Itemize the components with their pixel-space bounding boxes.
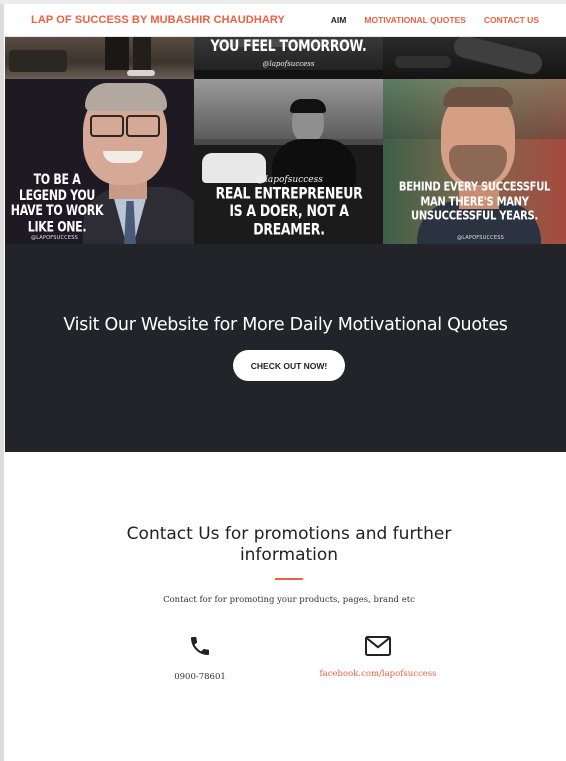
sky-water: [194, 79, 383, 139]
portfolio-tile-tom-hardy[interactable]: BEHIND EVERY SUCCESSFUL MAN THERE'S MANY…: [383, 79, 566, 244]
figure-hair: [443, 87, 513, 107]
portfolio-tile-bill-gates[interactable]: TO BE A LEGEND YOU HAVE TO WORK LIKE ONE…: [5, 79, 194, 244]
window-left-border: [0, 0, 4, 761]
portfolio-tile-dark-athlete[interactable]: [383, 36, 566, 79]
facebook-link[interactable]: facebook.com/lapofsuccess: [320, 669, 437, 679]
cta-section: Visit Our Website for More Daily Motivat…: [5, 244, 566, 452]
portfolio-tile-real-entrepreneur[interactable]: @lapofsuccess REAL ENTREPRENEUR IS A DOE…: [194, 79, 383, 244]
check-out-now-button[interactable]: CHECK OUT NOW!: [233, 350, 345, 381]
tile-caption: BEHIND EVERY SUCCESSFUL MAN THERE'S MANY…: [398, 180, 551, 224]
contact-heading: Contact Us for promotions and further in…: [126, 524, 452, 565]
phone-icon: [188, 634, 212, 663]
portfolio-tile-gym[interactable]: [5, 36, 194, 79]
nav-links: AIM MOTIVATIONAL QUOTES CONTACT US: [313, 15, 539, 25]
glasses: [90, 115, 124, 137]
tile-handle: @LAPOFSUCCESS: [31, 235, 78, 241]
glasses: [126, 115, 160, 137]
heading-divider: [275, 578, 303, 580]
tile-caption: REAL ENTREPRENEUR IS A DOER, NOT A DREAM…: [215, 183, 363, 239]
floor-shadow: [194, 70, 383, 79]
navbar: LAP OF SUCCESS BY MUBASHIR CHAUDHARY AIM…: [5, 4, 566, 37]
athlete-band: [395, 56, 451, 68]
tile-handle: @LAPOFSUCCESS: [457, 235, 504, 241]
figure-hair: [85, 83, 167, 111]
tile-caption: YOU FEEL TOMORROW.: [210, 36, 367, 55]
brand-link[interactable]: LAP OF SUCCESS BY MUBASHIR CHAUDHARY: [31, 14, 285, 26]
nav-link-motivational-quotes[interactable]: MOTIVATIONAL QUOTES: [364, 15, 466, 25]
contact-phone: 0900-78601: [150, 634, 250, 682]
contact-email: facebook.com/lapofsuccess: [308, 634, 448, 681]
tile-caption: TO BE A LEGEND YOU HAVE TO WORK LIKE ONE…: [10, 171, 104, 236]
figure-hair: [290, 99, 326, 113]
tile-handle: @lapofsuccess: [262, 60, 315, 68]
gym-weights: [9, 50, 67, 72]
portfolio-tile-you-feel-tomorrow[interactable]: YOU FEEL TOMORROW. @lapofsuccess: [194, 36, 383, 79]
gym-shoe: [127, 70, 155, 76]
contact-subtitle: Contact for for promoting your products,…: [163, 595, 415, 605]
gym-figure-leg: [105, 36, 129, 70]
phone-number: 0900-78601: [174, 672, 226, 682]
envelope-icon: [364, 634, 392, 663]
nav-link-aim[interactable]: AIM: [331, 15, 347, 25]
nav-link-contact-us[interactable]: CONTACT US: [484, 15, 539, 25]
athlete-arm: [451, 36, 545, 77]
gym-figure-leg: [133, 36, 151, 72]
cta-title: Visit Our Website for More Daily Motivat…: [63, 315, 508, 335]
smile: [103, 151, 143, 163]
